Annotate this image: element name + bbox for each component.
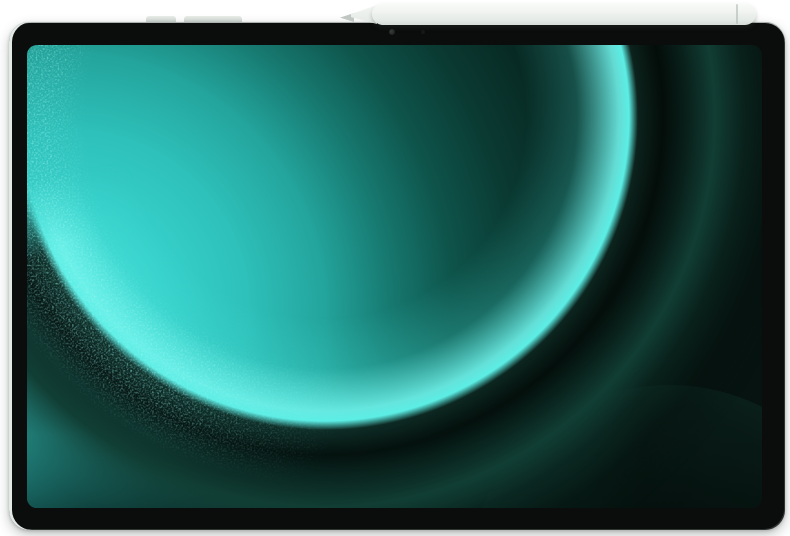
light-sensor [421, 30, 425, 34]
s-pen-body [372, 3, 756, 25]
tablet-frame [9, 22, 785, 530]
front-camera [389, 29, 395, 35]
s-pen-cap-seam [736, 4, 738, 24]
product-photo-scene [0, 0, 790, 536]
grain-noise-svg [27, 45, 762, 508]
tablet-screen [27, 45, 762, 508]
wallpaper-grain-region [27, 45, 762, 508]
s-pen [340, 1, 758, 26]
wallpaper-grain-texture [27, 45, 762, 508]
